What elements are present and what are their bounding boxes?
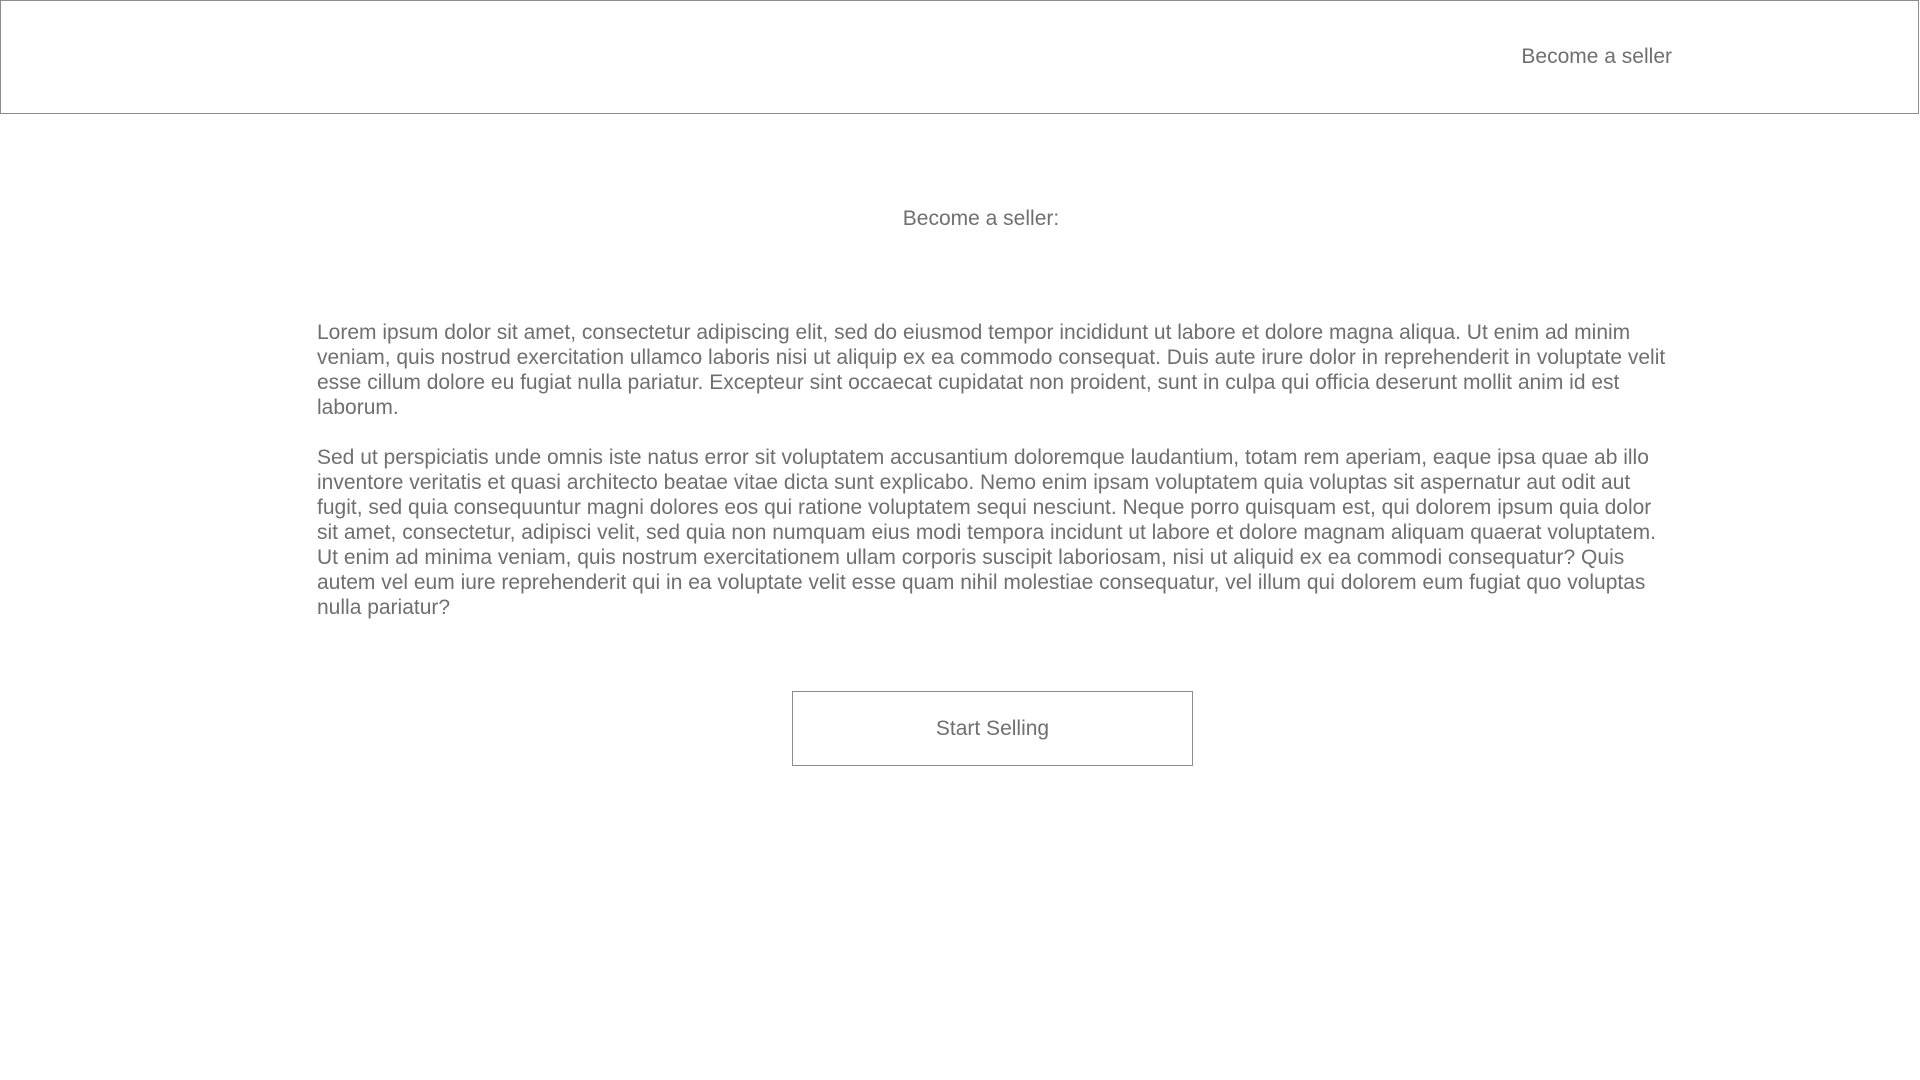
top-navigation-bar: Become a seller: [0, 0, 1919, 114]
description-paragraph-2: Sed ut perspiciatis unde omnis iste natu…: [317, 446, 1656, 619]
page-title: Become a seller:: [902, 207, 1060, 230]
become-seller-link[interactable]: Become a seller: [1521, 44, 1672, 70]
seller-description: Lorem ipsum dolor sit amet, consectetur …: [317, 320, 1677, 645]
start-selling-button[interactable]: Start Selling: [792, 691, 1193, 766]
description-paragraph-1: Lorem ipsum dolor sit amet, consectetur …: [317, 321, 1666, 419]
